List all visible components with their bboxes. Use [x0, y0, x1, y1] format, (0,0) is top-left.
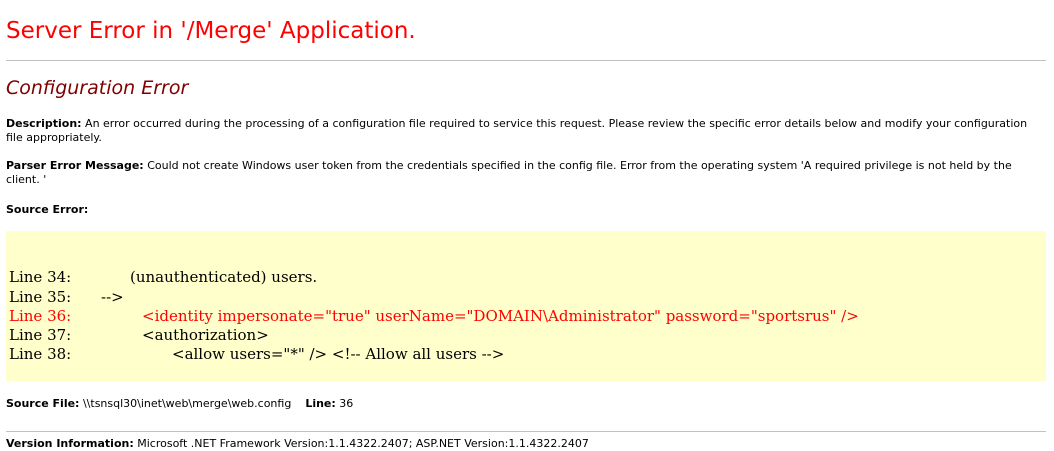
source-code-box: Line 34: (unauthenticated) users. Line 35…	[6, 231, 1046, 381]
code-line-34: Line 34: (unauthenticated) users.	[9, 267, 317, 287]
parser-error-label: Parser Error Message:	[6, 159, 144, 172]
code-line-38: Line 38: <allow users="*" /> <!-- Allow a…	[9, 344, 504, 364]
code-text: <authorization>	[142, 326, 269, 344]
page-title: Server Error in '/Merge' Application.	[6, 18, 416, 44]
code-line-37: Line 37: <authorization>	[9, 325, 269, 345]
code-text: <allow users="*" /> <!-- Allow all users…	[172, 345, 505, 363]
version-text: Microsoft .NET Framework Version:1.1.432…	[137, 437, 589, 450]
parser-error-text: Could not create Windows user token from…	[6, 159, 1012, 186]
version-divider	[6, 431, 1046, 432]
parser-error-section: Parser Error Message: Could not create W…	[6, 159, 1044, 187]
source-file-path: \\tsnsql30\inet\web\merge\web.config	[82, 397, 292, 410]
description-text: An error occurred during the processing …	[6, 117, 1028, 144]
source-error-label: Source Error:	[6, 203, 89, 216]
source-line-value: 36	[339, 397, 354, 410]
source-line-label: Line:	[305, 397, 336, 410]
description-label: Description:	[6, 117, 82, 130]
code-line-35: Line 35: -->	[9, 287, 124, 307]
source-error-section: Source Error:	[6, 203, 1044, 217]
line-number: Line 34:	[9, 268, 72, 286]
source-file-section: Source File: \\tsnsql30\inet\web\merge\w…	[6, 397, 1044, 411]
description-section: Description: An error occurred during th…	[6, 117, 1044, 145]
line-number: Line 38:	[9, 345, 72, 363]
source-file-label: Source File:	[6, 397, 80, 410]
line-number: Line 36:	[9, 307, 72, 325]
version-label: Version Information:	[6, 437, 134, 450]
title-divider	[6, 60, 1046, 61]
error-subtitle: Configuration Error	[6, 77, 189, 99]
line-number: Line 37:	[9, 326, 72, 344]
code-line-36-error: Line 36: <identity impersonate="true" use…	[9, 306, 859, 326]
code-text: (unauthenticated) users.	[130, 268, 318, 286]
code-text: -->	[101, 288, 124, 306]
code-text: <identity impersonate="true" userName="D…	[142, 307, 859, 325]
line-number: Line 35:	[9, 288, 72, 306]
version-section: Version Information: Microsoft .NET Fram…	[6, 437, 1044, 451]
